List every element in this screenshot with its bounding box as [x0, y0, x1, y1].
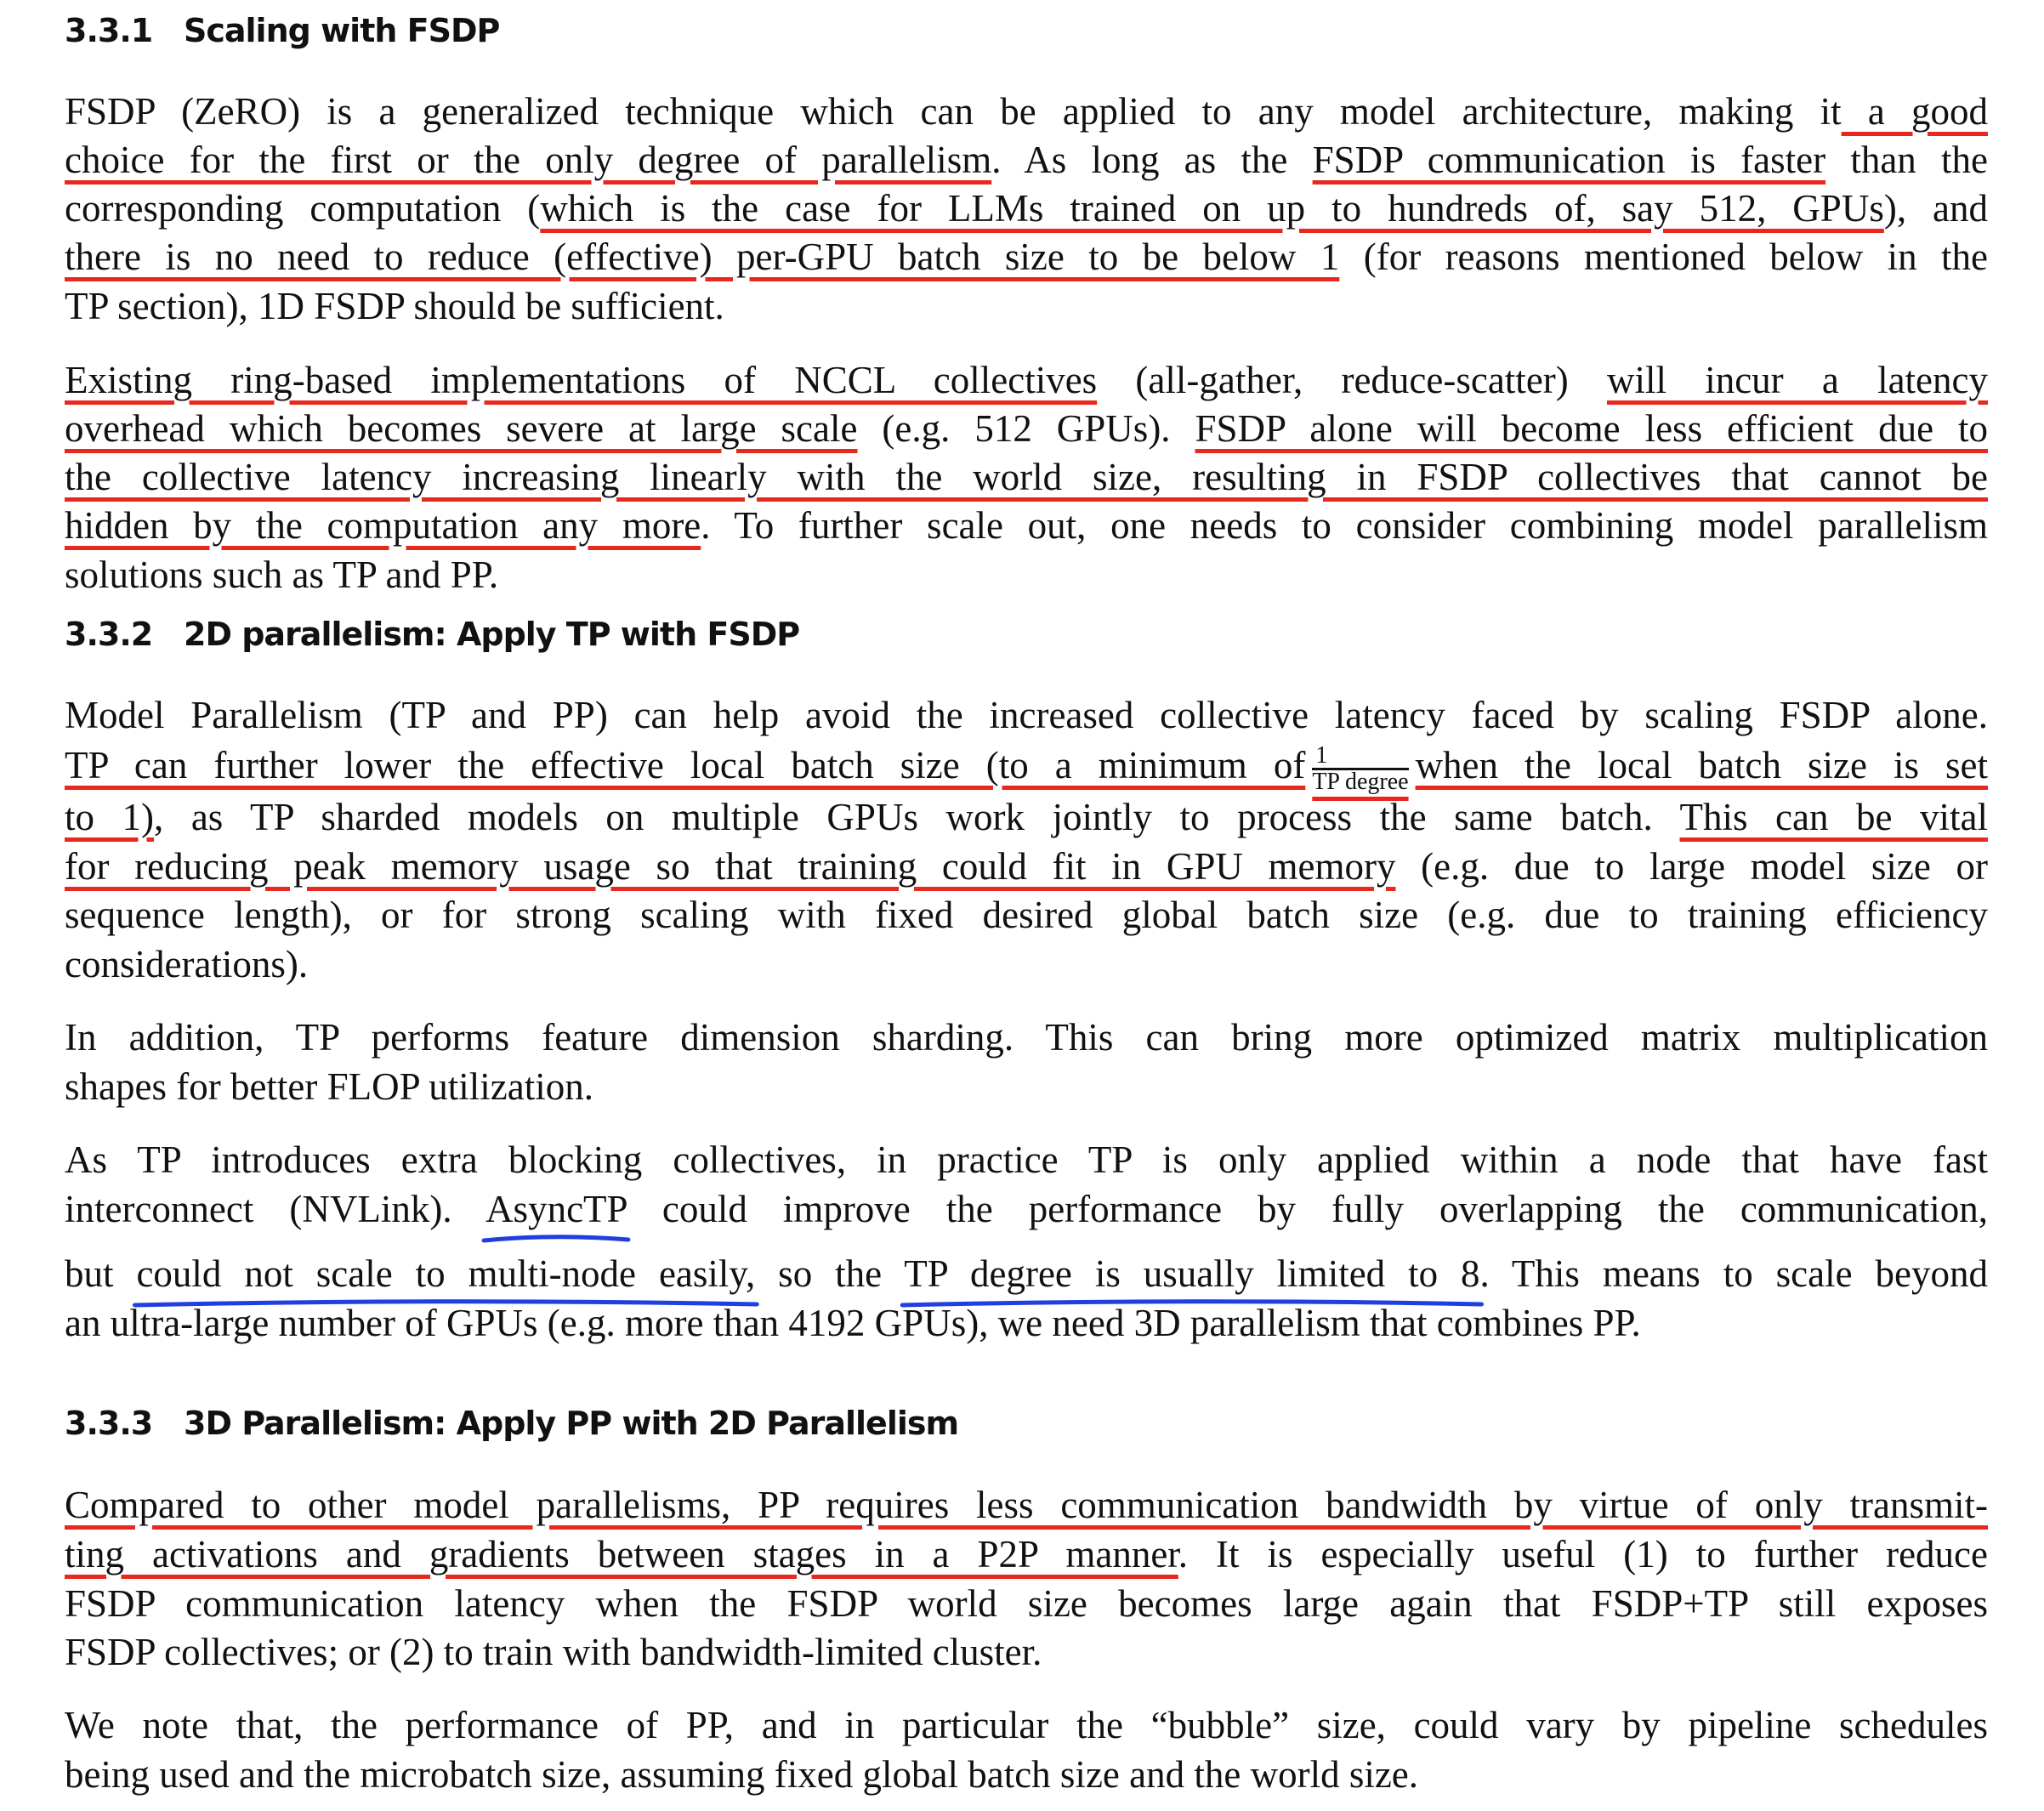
text-segment: FSDP communication latency when the FSDP… — [65, 1582, 1988, 1625]
paragraph-line: In addition, TP performs feature dimensi… — [65, 1015, 1988, 1059]
paragraph-line: TP can further lower the effective local… — [65, 743, 1989, 794]
blue-handwritten-underline: TP degree is usually limited to 8 — [904, 1252, 1480, 1295]
text-segment: considerations). — [65, 943, 309, 985]
text-segment: an ultra-large number of GPUs (e.g. more… — [65, 1302, 1641, 1344]
text-segment: solutions such as TP and PP. — [65, 554, 499, 596]
section-title: 3D Parallelism: Apply PP with 2D Paralle… — [184, 1405, 959, 1442]
paragraph-line: an ultra-large number of GPUs (e.g. more… — [65, 1301, 1988, 1345]
text-segment: so the — [755, 1252, 905, 1295]
paragraph-line: As TP introduces extra blocking collecti… — [65, 1138, 1988, 1182]
text-segment: than the — [1825, 139, 1989, 181]
text-segment: As TP introduces extra blocking collecti… — [65, 1138, 1988, 1181]
text-segment: ), and — [1883, 187, 1989, 230]
section-title: 2D parallelism: Apply TP with FSDP — [184, 616, 800, 653]
paragraph-line: FSDP (ZeRO) is a generalized technique w… — [65, 89, 1988, 133]
text-segment: . To further scale out, one needs to con… — [701, 504, 1989, 547]
paragraph-line: sequence length), or for strong scaling … — [65, 893, 1988, 937]
section-number: 3.3.3 — [65, 1405, 153, 1442]
red-underline-highlight: Compared to other model parallelisms, PP… — [65, 1484, 1988, 1526]
section-number: 3.3.2 — [65, 616, 153, 653]
section-heading: 3.3.2 2D parallelism: Apply TP with FSDP — [65, 616, 800, 653]
paragraph-line: overhead which becomes severe at large s… — [65, 406, 1988, 451]
paragraph-line: considerations). — [65, 942, 1988, 986]
paragraph-line: Compared to other model parallelisms, PP… — [65, 1483, 1988, 1527]
paragraph-line: FSDP collectives; or (2) to train with b… — [65, 1630, 1988, 1674]
text-segment: being used and the microbatch size, assu… — [65, 1753, 1419, 1796]
red-underline-highlight: FSDP communication is faster — [1312, 139, 1826, 181]
text-segment: . It is especially useful (1) to further… — [1178, 1533, 1988, 1575]
red-underline-highlight: FSDP alone will become less efficient du… — [1195, 407, 1989, 450]
text-segment: , as TP sharded models on multiple GPUs … — [154, 796, 1680, 838]
text-segment: In addition, TP performs feature dimensi… — [65, 1016, 1988, 1059]
text-segment: (all-gather, reduce-scatter) — [1097, 359, 1607, 401]
red-underline-highlight: to 1) — [65, 796, 155, 838]
red-underline-highlight: which is the case for LLMs trained on up… — [540, 187, 1884, 230]
red-underline-highlight: there is no need to reduce (effective) p… — [65, 236, 1340, 278]
paragraph-line: hidden by the computation any more. To f… — [65, 503, 1988, 548]
red-underline-highlight: Existing ring-based implementations of N… — [65, 359, 1098, 401]
blue-handwritten-underline: could not scale to multi-node easily, — [136, 1252, 756, 1295]
blue-handwritten-underline: AsyncTP — [485, 1188, 627, 1230]
red-underline-highlight: TP can further lower the effective local… — [65, 744, 1306, 786]
red-underline-highlight: a good — [1841, 90, 1988, 133]
text-segment: corresponding computation ( — [65, 187, 541, 230]
text-segment: (e.g. 512 GPUs). — [857, 407, 1195, 450]
text-segment: (e.g. due to large model size or — [1395, 845, 1988, 888]
fraction-numerator: 1 — [1312, 744, 1409, 771]
paragraph-line: FSDP communication latency when the FSDP… — [65, 1581, 1988, 1626]
section-number: 3.3.1 — [65, 12, 153, 49]
red-underline-highlight: hidden by the computation any more — [65, 504, 701, 547]
red-underline-highlight: choice for the first or the only degree … — [65, 139, 992, 181]
paragraph-line: to 1), as TP sharded models on multiple … — [65, 795, 1988, 839]
text-segment: We note that, the performance of PP, and… — [65, 1704, 1988, 1746]
red-underline-highlight: for reducing peak memory usage so that t… — [65, 845, 1396, 888]
paragraph-line: corresponding computation (which is the … — [65, 186, 1988, 230]
red-underline-highlight: overhead which becomes severe at large s… — [65, 407, 858, 450]
section-title: Scaling with FSDP — [184, 12, 500, 49]
paragraph-line: shapes for better FLOP utilization. — [65, 1064, 1988, 1109]
paragraph-line: TP section), 1D FSDP should be sufficien… — [65, 284, 1988, 328]
paragraph-line: Existing ring-based implementations of N… — [65, 358, 1988, 402]
paragraph-line: interconnect (NVLink). AsyncTP could imp… — [65, 1187, 1988, 1231]
section-heading: 3.3.1 Scaling with FSDP — [65, 12, 500, 49]
text-segment: FSDP (ZeRO) is a generalized technique w… — [65, 90, 1842, 133]
text-segment: TP section), 1D FSDP should be sufficien… — [65, 285, 724, 327]
paragraph-line: there is no need to reduce (effective) p… — [65, 235, 1988, 279]
text-segment: but — [65, 1252, 137, 1295]
fraction-denominator: TP degree — [1312, 769, 1409, 796]
text-segment: . As long as the — [991, 139, 1313, 181]
text-segment: interconnect (NVLink). — [65, 1188, 486, 1230]
paragraph-line: for reducing peak memory usage so that t… — [65, 844, 1988, 888]
paragraph-line: but could not scale to multi-node easily… — [65, 1252, 1988, 1296]
text-segment: could improve the performance by fully o… — [626, 1188, 1988, 1230]
paragraph-line: We note that, the performance of PP, and… — [65, 1703, 1988, 1747]
red-underline-highlight: ting activations and gradients between s… — [65, 1533, 1178, 1575]
section-heading: 3.3.3 3D Parallelism: Apply PP with 2D Pa… — [65, 1405, 959, 1442]
blue-pen-underline-stroke — [481, 1235, 631, 1243]
paragraph-line: solutions such as TP and PP. — [65, 553, 1988, 597]
paragraph-line: ting activations and gradients between s… — [65, 1532, 1988, 1576]
text-segment: FSDP collectives; or (2) to train with b… — [65, 1631, 1042, 1673]
fraction-one-over-tp-degree: 1 TP degree — [1312, 744, 1409, 796]
text-segment: . This means to scale beyond — [1479, 1252, 1988, 1295]
paragraph-line: Model Parallelism (TP and PP) can help a… — [65, 693, 1988, 737]
paragraph-line: being used and the microbatch size, assu… — [65, 1752, 1988, 1797]
red-underline-highlight: the collective latency increasing linear… — [65, 456, 1988, 498]
red-underline-highlight: will incur a latency — [1606, 359, 1988, 401]
red-underline-highlight: when the local batch size is set — [1415, 744, 1989, 786]
text-segment: shapes for better FLOP utilization. — [65, 1065, 593, 1108]
text-segment: sequence length), or for strong scaling … — [65, 894, 1988, 936]
text-segment: Model Parallelism (TP and PP) can help a… — [65, 694, 1988, 736]
text-segment: (for reasons mentioned below in the — [1339, 236, 1988, 278]
paragraph-line: choice for the first or the only degree … — [65, 138, 1988, 182]
paragraph-line: the collective latency increasing linear… — [65, 455, 1988, 499]
red-underline-highlight: This can be vital — [1679, 796, 1989, 838]
